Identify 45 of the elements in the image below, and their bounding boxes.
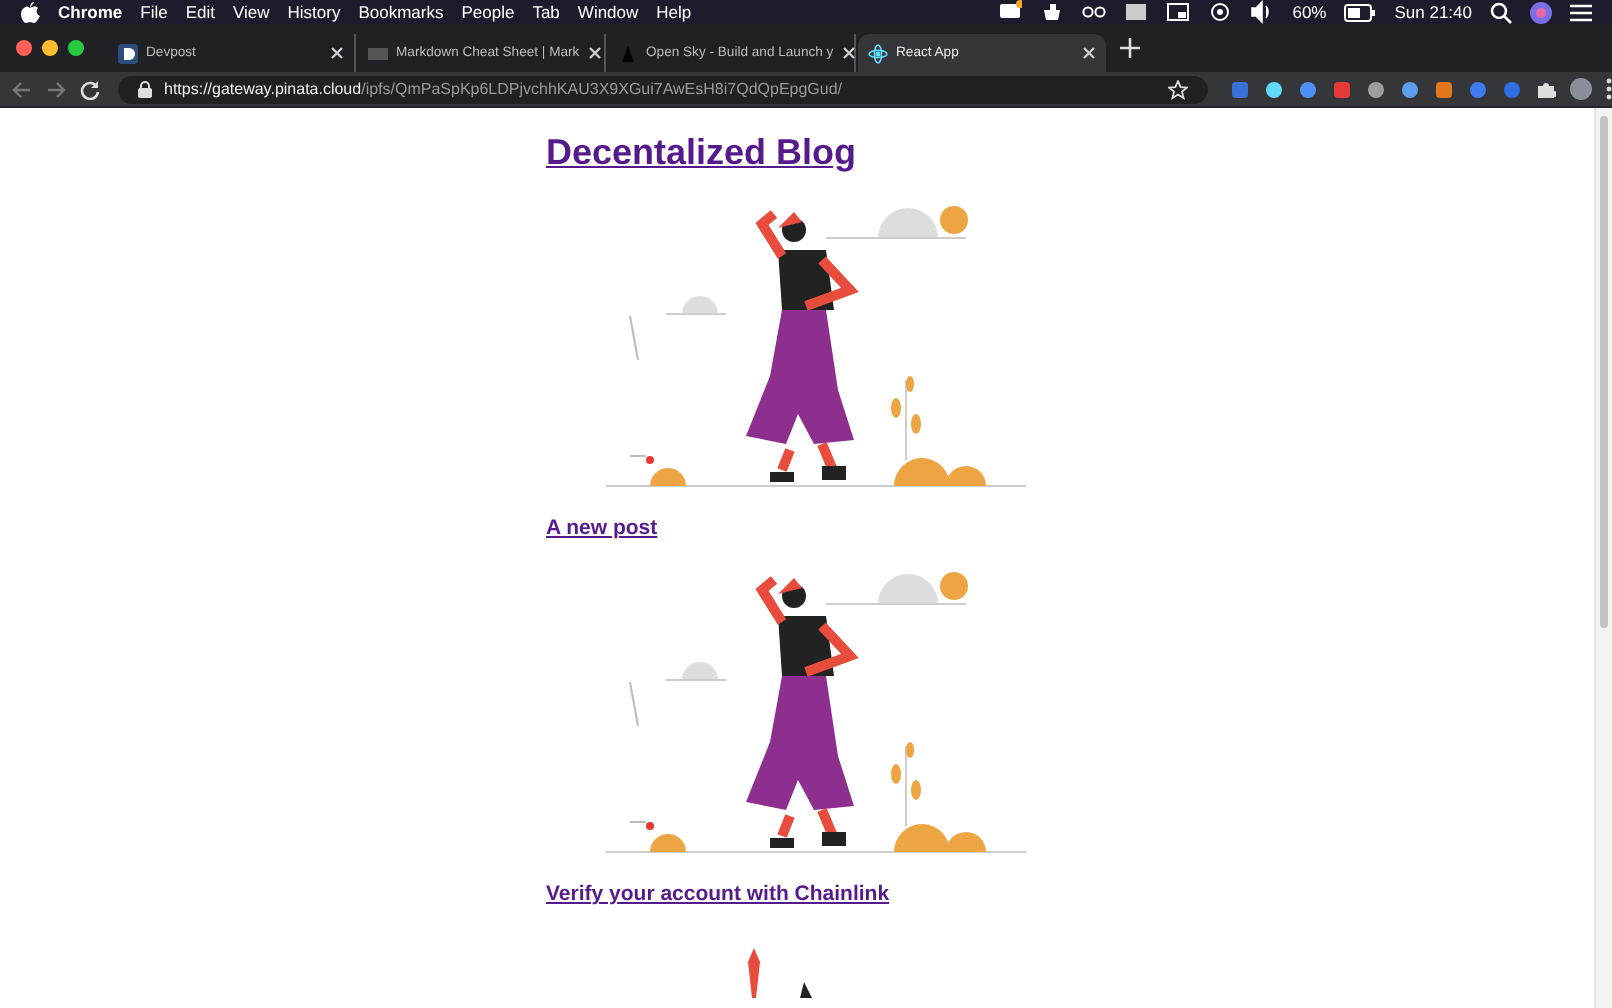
forward-icon[interactable] [46,79,66,99]
back-icon[interactable] [12,79,32,99]
more-icon[interactable] [1606,78,1612,100]
new-tab-icon[interactable] [1120,38,1140,58]
favicon-icon [118,43,138,63]
post-link[interactable]: A new post [546,516,658,540]
address-field[interactable]: https://gateway.pinata.cloud/ipfs/QmPaSpKp6LDPjvchhKAU3X9XGui7AwEsH8i7QdQpEpgGud/ [118,75,1208,103]
close-icon[interactable] [587,46,602,60]
menu-item[interactable]: Edit [185,2,215,22]
star-icon[interactable] [1168,79,1188,99]
profile-avatar[interactable] [1570,78,1592,100]
menu-item[interactable]: Window [577,2,639,22]
close-icon[interactable] [330,46,344,60]
favicon-icon [368,43,388,63]
notification-icon[interactable] [998,0,1023,24]
puzzle-icon[interactable] [1536,79,1556,99]
list-icon[interactable] [1570,3,1592,21]
blog-title-link[interactable]: Decentalized Blog [546,132,857,174]
lock-icon [138,80,152,98]
app-menu[interactable]: Chrome [58,2,123,22]
close-icon[interactable] [841,46,856,60]
menu-item[interactable]: Tab [532,2,560,22]
battery-icon[interactable] [1344,3,1377,21]
scrollbar-thumb[interactable] [1600,116,1608,628]
menu-item[interactable]: Bookmarks [358,2,444,22]
reload-icon[interactable] [80,79,100,99]
menu-item[interactable]: People [461,2,515,22]
siri-icon[interactable] [1530,1,1552,23]
menu-item[interactable]: File [140,2,168,22]
menu-item[interactable]: Help [656,2,692,22]
scrollbar[interactable] [1594,108,1612,1008]
display-icon[interactable] [1166,0,1191,24]
favicon-icon [618,43,638,63]
battery-percent: 60% [1292,2,1327,22]
menu-item[interactable]: View [232,2,270,22]
url-text: https://gateway.pinata.cloud/ipfs/QmPaSpKp6LDPjvchhKAU3X9XGui7AwEsH8i7QdQpEpgGud/ [164,80,843,98]
clock: Sun 21:40 [1394,2,1472,22]
apple-icon[interactable] [20,1,40,23]
close-icon[interactable] [1082,46,1096,60]
post-link[interactable]: Verify your account with Chainlink [546,882,890,906]
volume-icon[interactable] [1250,0,1275,24]
menu-item[interactable]: History [287,2,341,22]
search-icon[interactable] [1490,1,1512,23]
window-icon[interactable] [1124,0,1149,24]
favicon-icon [868,43,888,63]
